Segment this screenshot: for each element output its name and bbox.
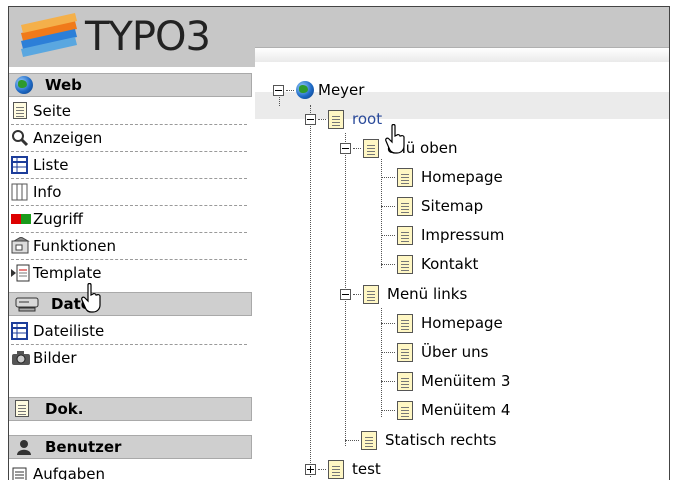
tree-node[interactable]: Menüitem 4 xyxy=(381,396,510,424)
hand-cursor-icon xyxy=(385,123,407,154)
tree-node-label: Menü links xyxy=(387,285,468,303)
page-icon xyxy=(397,225,413,245)
tree-node-label: Menüitem 3 xyxy=(421,372,511,390)
nav-item-label: Dateiliste xyxy=(33,322,105,340)
page-icon xyxy=(328,109,344,129)
nav-item-label: Aufgaben xyxy=(33,465,106,480)
page-icon xyxy=(397,400,413,420)
page-icon xyxy=(361,430,377,450)
page-icon xyxy=(363,138,379,158)
nav-item-aufgaben[interactable]: Aufgaben xyxy=(11,461,247,480)
section-dok-label: Dok. xyxy=(45,400,84,418)
nav-item-label: Bilder xyxy=(33,349,77,367)
hand-cursor-icon xyxy=(81,282,103,313)
tree-node-statisch-rechts[interactable]: Statisch rechts xyxy=(345,426,497,454)
tree-node-label: Kontakt xyxy=(421,255,479,273)
collapse-toggle[interactable] xyxy=(340,288,351,300)
section-benutzer-label: Benutzer xyxy=(45,438,122,456)
globe-icon xyxy=(296,81,314,99)
tree-node-label: Homepage xyxy=(421,168,503,186)
nav-item-bilder[interactable]: Bilder xyxy=(11,345,247,371)
nav-item-info[interactable]: Info xyxy=(11,179,247,206)
tree-node-label: Menüitem 4 xyxy=(421,401,511,419)
section-dok[interactable]: Dok. xyxy=(9,397,252,421)
list-icon xyxy=(11,156,29,174)
tree-node-label: Sitemap xyxy=(421,197,484,215)
expand-toggle[interactable] xyxy=(305,463,316,475)
collapse-toggle[interactable] xyxy=(340,142,351,154)
logo-text: TYPO3 xyxy=(85,14,211,60)
tree-node-label: Impressum xyxy=(421,226,505,244)
typo3-logo[interactable]: TYPO3 xyxy=(17,11,257,63)
document-icon xyxy=(15,400,33,418)
file-list-icon xyxy=(11,322,29,340)
nav-item-anzeigen[interactable]: Anzeigen xyxy=(11,125,247,152)
globe-icon xyxy=(15,76,33,94)
section-web[interactable]: Web xyxy=(9,73,252,97)
tree-node[interactable]: Homepage xyxy=(381,309,503,337)
nav-item-label: Anzeigen xyxy=(33,129,103,147)
page-icon xyxy=(328,459,344,479)
template-icon xyxy=(11,264,30,282)
page-icon xyxy=(363,284,379,304)
section-web-label: Web xyxy=(45,76,82,94)
tree-node[interactable]: Menüitem 3 xyxy=(381,367,510,395)
page-icon xyxy=(397,167,413,187)
tree-node[interactable]: Impressum xyxy=(381,221,504,249)
typo3-window: TYPO3 Web Seite Anzeigen Liste Info Zugr… xyxy=(8,6,670,480)
nav-item-zugriff[interactable]: Zugriff xyxy=(11,206,247,233)
page-tree: Meyer root enü oben Homepage Sitemap Imp… xyxy=(255,47,669,480)
functions-icon xyxy=(11,236,30,255)
tree-node[interactable]: Kontakt xyxy=(381,250,478,278)
tree-node-label: Über uns xyxy=(421,343,489,361)
page-icon xyxy=(11,102,29,120)
tree-node-label: Homepage xyxy=(421,314,503,332)
tree-node[interactable]: Sitemap xyxy=(381,192,483,220)
drive-icon xyxy=(15,295,39,313)
info-columns-icon xyxy=(11,183,29,201)
tasks-icon xyxy=(11,465,29,480)
nav-item-liste[interactable]: Liste xyxy=(11,152,247,179)
nav-item-label: Liste xyxy=(33,156,69,174)
nav-item-label: Zugriff xyxy=(33,210,83,228)
nav-item-label: Funktionen xyxy=(33,237,116,255)
tree-header xyxy=(255,48,669,62)
tree-node-menu-links[interactable]: Menü links xyxy=(340,280,467,308)
nav-item-funktionen[interactable]: Funktionen xyxy=(11,233,247,260)
tree-node[interactable]: Über uns xyxy=(381,338,489,366)
nav-item-label: Seite xyxy=(33,102,72,120)
nav-item-template[interactable]: Template xyxy=(11,260,247,286)
nav-item-label: Template xyxy=(33,264,102,282)
tree-node-root[interactable]: root xyxy=(305,105,382,133)
tree-node-label: root xyxy=(352,110,383,128)
tree-node-label: Meyer xyxy=(318,81,365,99)
page-icon xyxy=(397,196,413,216)
collapse-toggle[interactable] xyxy=(305,113,316,125)
tree-node-meyer[interactable]: Meyer xyxy=(273,76,364,104)
typo3-logo-icon xyxy=(21,13,77,57)
page-icon xyxy=(397,371,413,391)
nav-item-dateiliste[interactable]: Dateiliste xyxy=(11,318,247,345)
page-icon xyxy=(397,342,413,362)
magnifier-icon xyxy=(11,129,29,147)
section-benutzer[interactable]: Benutzer xyxy=(9,435,252,459)
user-icon xyxy=(15,438,33,456)
tree-node[interactable]: Homepage xyxy=(381,163,503,191)
module-menu: Web Seite Anzeigen Liste Info Zugriff Fu… xyxy=(9,67,255,480)
camera-icon xyxy=(11,349,30,367)
tree-node-label: Statisch rechts xyxy=(385,431,497,449)
nav-item-label: Info xyxy=(33,183,62,201)
tree-node-label: test xyxy=(352,460,381,478)
page-icon xyxy=(397,254,413,274)
collapse-toggle[interactable] xyxy=(273,84,284,96)
access-icon xyxy=(11,210,31,228)
tree-node-test[interactable]: test xyxy=(305,455,381,480)
nav-item-seite[interactable]: Seite xyxy=(11,98,247,125)
section-datei[interactable]: Datei xyxy=(9,292,252,316)
page-icon xyxy=(397,313,413,333)
